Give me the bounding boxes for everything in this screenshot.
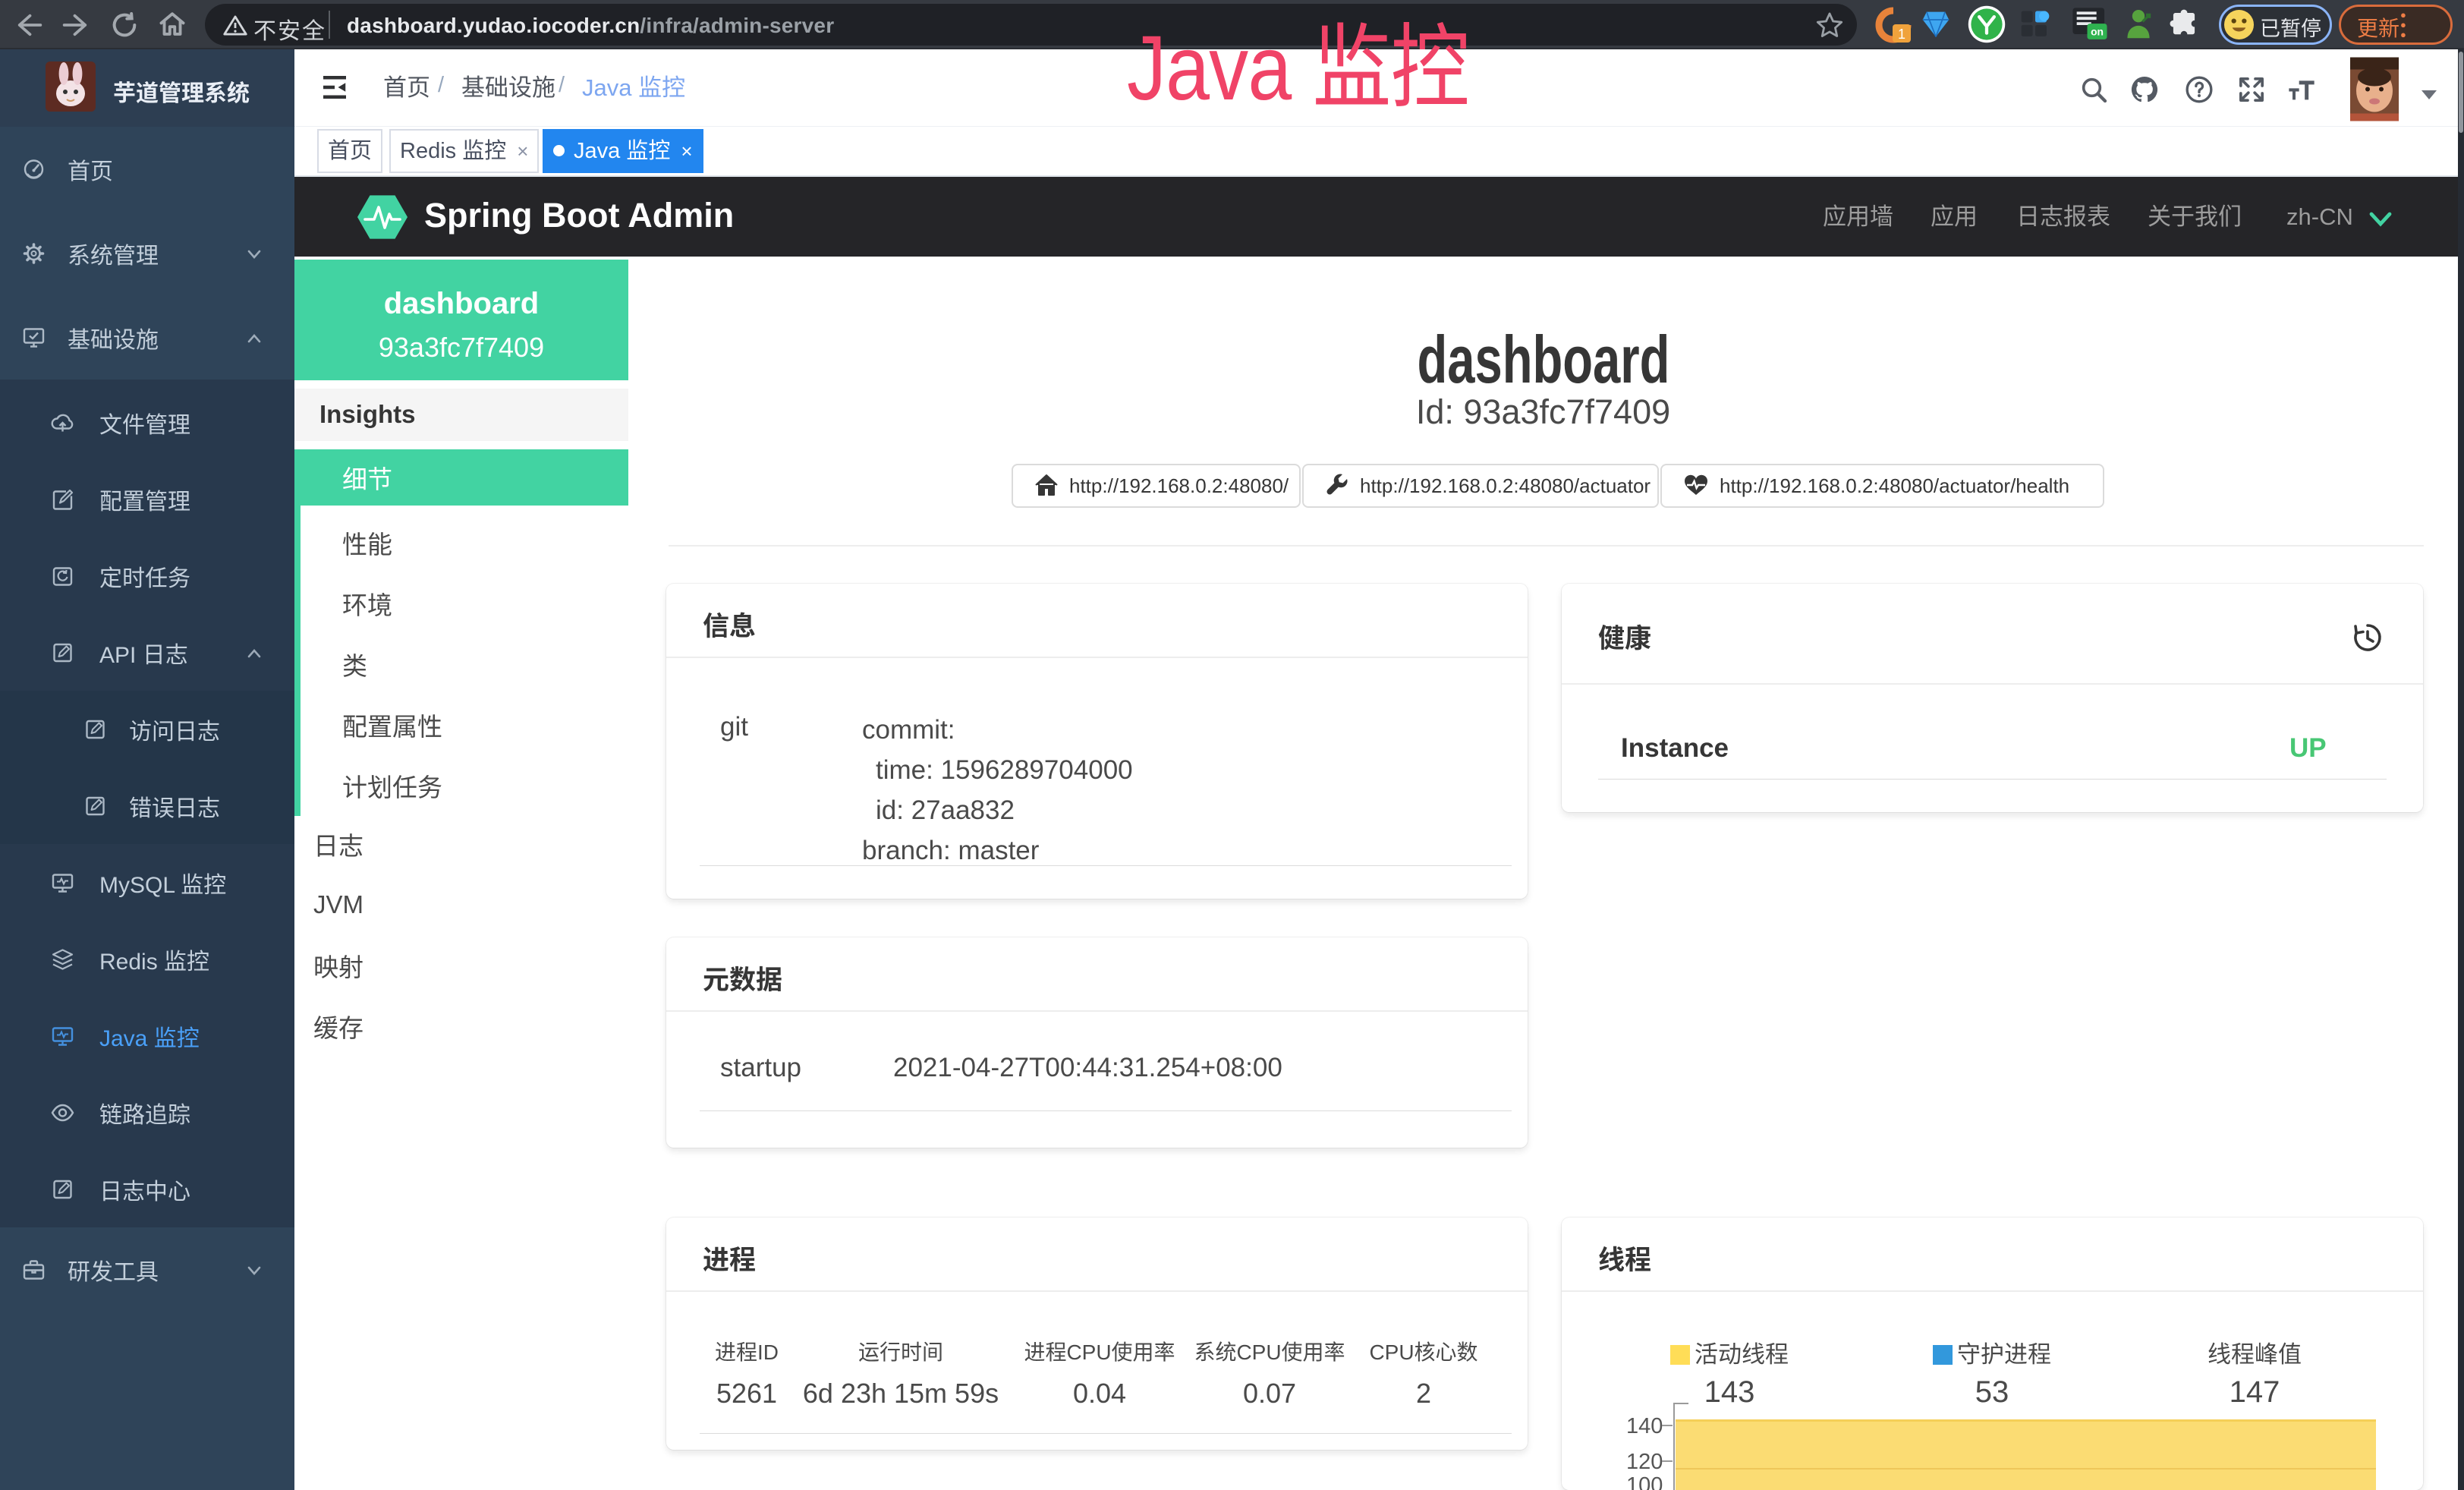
svg-text:1: 1: [1898, 27, 1905, 42]
svg-text:on: on: [2091, 26, 2104, 38]
